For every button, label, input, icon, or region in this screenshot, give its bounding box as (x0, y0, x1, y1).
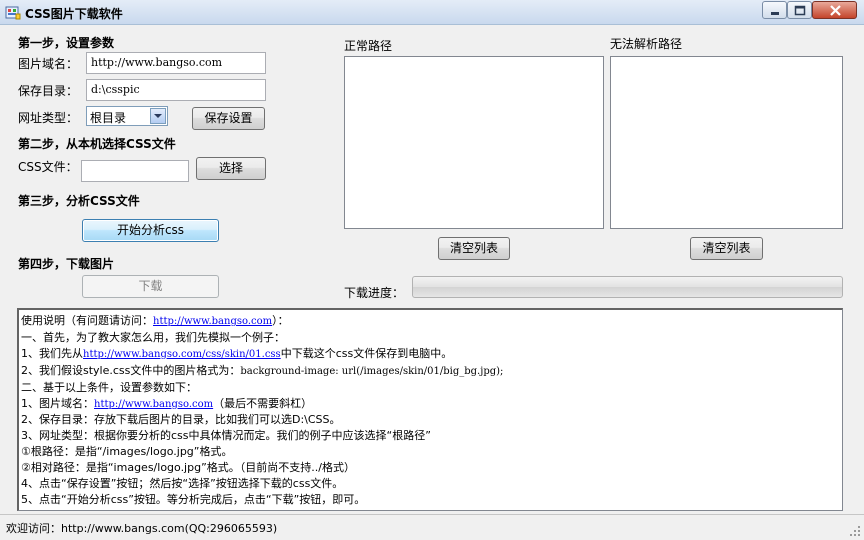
urltype-selected: 根目录 (90, 111, 127, 125)
domain-input[interactable]: http://www.bangso.com (86, 52, 266, 74)
cssfile-input[interactable] (81, 160, 189, 182)
step4-title: 第四步，下载图片 (18, 257, 115, 271)
save-settings-button[interactable]: 保存设置 (192, 107, 265, 130)
instruction-line: 2、保存目录：存放下载后图片的目录，比如我们可以选D:\CSS。 (21, 413, 341, 427)
instruction-line: 2、我们假设style.css文件中的图片格式为：background-imag… (21, 363, 840, 380)
chevron-down-icon (154, 114, 162, 118)
select-file-button[interactable]: 选择 (196, 157, 266, 180)
css-example-link[interactable]: http://www.bangso.com/css/skin/01.css (83, 349, 281, 360)
minimize-icon (771, 12, 779, 15)
bangso-link[interactable]: http://www.bangso.com (153, 316, 272, 327)
instruction-line: ①根路径：是指“/images/logo.jpg”格式。 (21, 445, 233, 459)
urltype-label: 网址类型： (18, 111, 79, 125)
close-icon (830, 5, 841, 16)
failed-paths-list[interactable] (610, 56, 843, 229)
instruction-line: ②相对路径：是指“images/logo.jpg”格式。（目前尚不支持../格式… (21, 461, 355, 475)
normal-paths-label: 正常路径 (344, 39, 393, 53)
instruction-text: 2、我们假设style.css文件中的图片格式为： (21, 363, 241, 377)
minimize-button[interactable] (762, 1, 787, 19)
failed-paths-label: 无法解析路径 (610, 37, 683, 51)
maximize-icon (794, 5, 806, 16)
instruction-text: 中下载这个css文件保存到电脑中。 (280, 346, 453, 360)
status-text: 欢迎访问：http://www.bangs.com(QQ:296065593) (6, 522, 278, 535)
size-grip-icon[interactable] (849, 525, 861, 537)
maximize-button[interactable] (787, 1, 812, 19)
instruction-line: 一、首先，为了教大家怎么用，我们先模拟一个例子： (21, 330, 285, 344)
instruction-line: 二、基于以上条件，设置参数如下： (21, 380, 197, 394)
instruction-text: （最后不需要斜杠） (213, 396, 313, 410)
clear-normal-list-button[interactable]: 清空列表 (438, 237, 510, 260)
instruction-text: ）： (272, 314, 289, 327)
download-progress-bar (412, 276, 843, 298)
domain-example-link[interactable]: http://www.bangso.com (94, 399, 213, 410)
cssfile-label: CSS文件： (18, 160, 78, 174)
savedir-label: 保存目录： (18, 84, 79, 98)
instruction-line: 5、点击“开始分析css”按钮。等分析完成后，点击“下载”按钮，即可。 (21, 492, 366, 506)
domain-label: 图片域名： (18, 57, 79, 71)
status-bar: 欢迎访问：http://www.bangs.com(QQ:296065593) (0, 514, 864, 540)
urltype-dropdown-button[interactable] (150, 108, 166, 124)
instruction-line: 1、图片域名：http://www.bangso.com（最后不需要斜杠） (21, 396, 840, 413)
instruction-text: 1、我们先从 (21, 346, 83, 360)
instruction-line: 使用说明（有问题请访问：http://www.bangso.com）： (21, 313, 840, 330)
close-button[interactable] (812, 1, 857, 19)
instruction-line: 4、点击“保存设置”按钮；然后按“选择”按钮选择下载的css文件。 (21, 477, 344, 491)
title-bar[interactable]: CSS图片下载软件 (0, 0, 864, 25)
instruction-line: 3、网址类型：根据你要分析的css中具体情况而定。我们的例子中应该选择“根路径” (21, 429, 431, 443)
normal-paths-list[interactable] (344, 56, 604, 229)
instructions-textarea[interactable]: 使用说明（有问题请访问：http://www.bangso.com）： 一、首先… (17, 308, 843, 511)
progress-label: 下载进度： (344, 286, 405, 300)
step1-title: 第一步，设置参数 (18, 36, 115, 50)
download-button[interactable]: 下载 (82, 275, 219, 298)
step2-title: 第二步，从本机选择CSS文件 (18, 137, 176, 151)
instruction-line: 1、我们先从http://www.bangso.com/css/skin/01.… (21, 346, 840, 363)
instruction-code: background-image: url(/images/skin/01/bi… (240, 365, 504, 377)
step3-title: 第三步，分析CSS文件 (18, 194, 140, 208)
instruction-text: 1、图片域名： (21, 396, 94, 410)
urltype-select[interactable]: 根目录 (86, 106, 168, 126)
clear-failed-list-button[interactable]: 清空列表 (690, 237, 763, 260)
savedir-input[interactable]: d:\csspic (86, 79, 266, 101)
instruction-text: 使用说明（有问题请访问： (21, 314, 153, 327)
window-title: CSS图片下载软件 (25, 7, 123, 21)
analyze-css-button[interactable]: 开始分析css (82, 219, 219, 242)
app-icon (5, 6, 21, 20)
